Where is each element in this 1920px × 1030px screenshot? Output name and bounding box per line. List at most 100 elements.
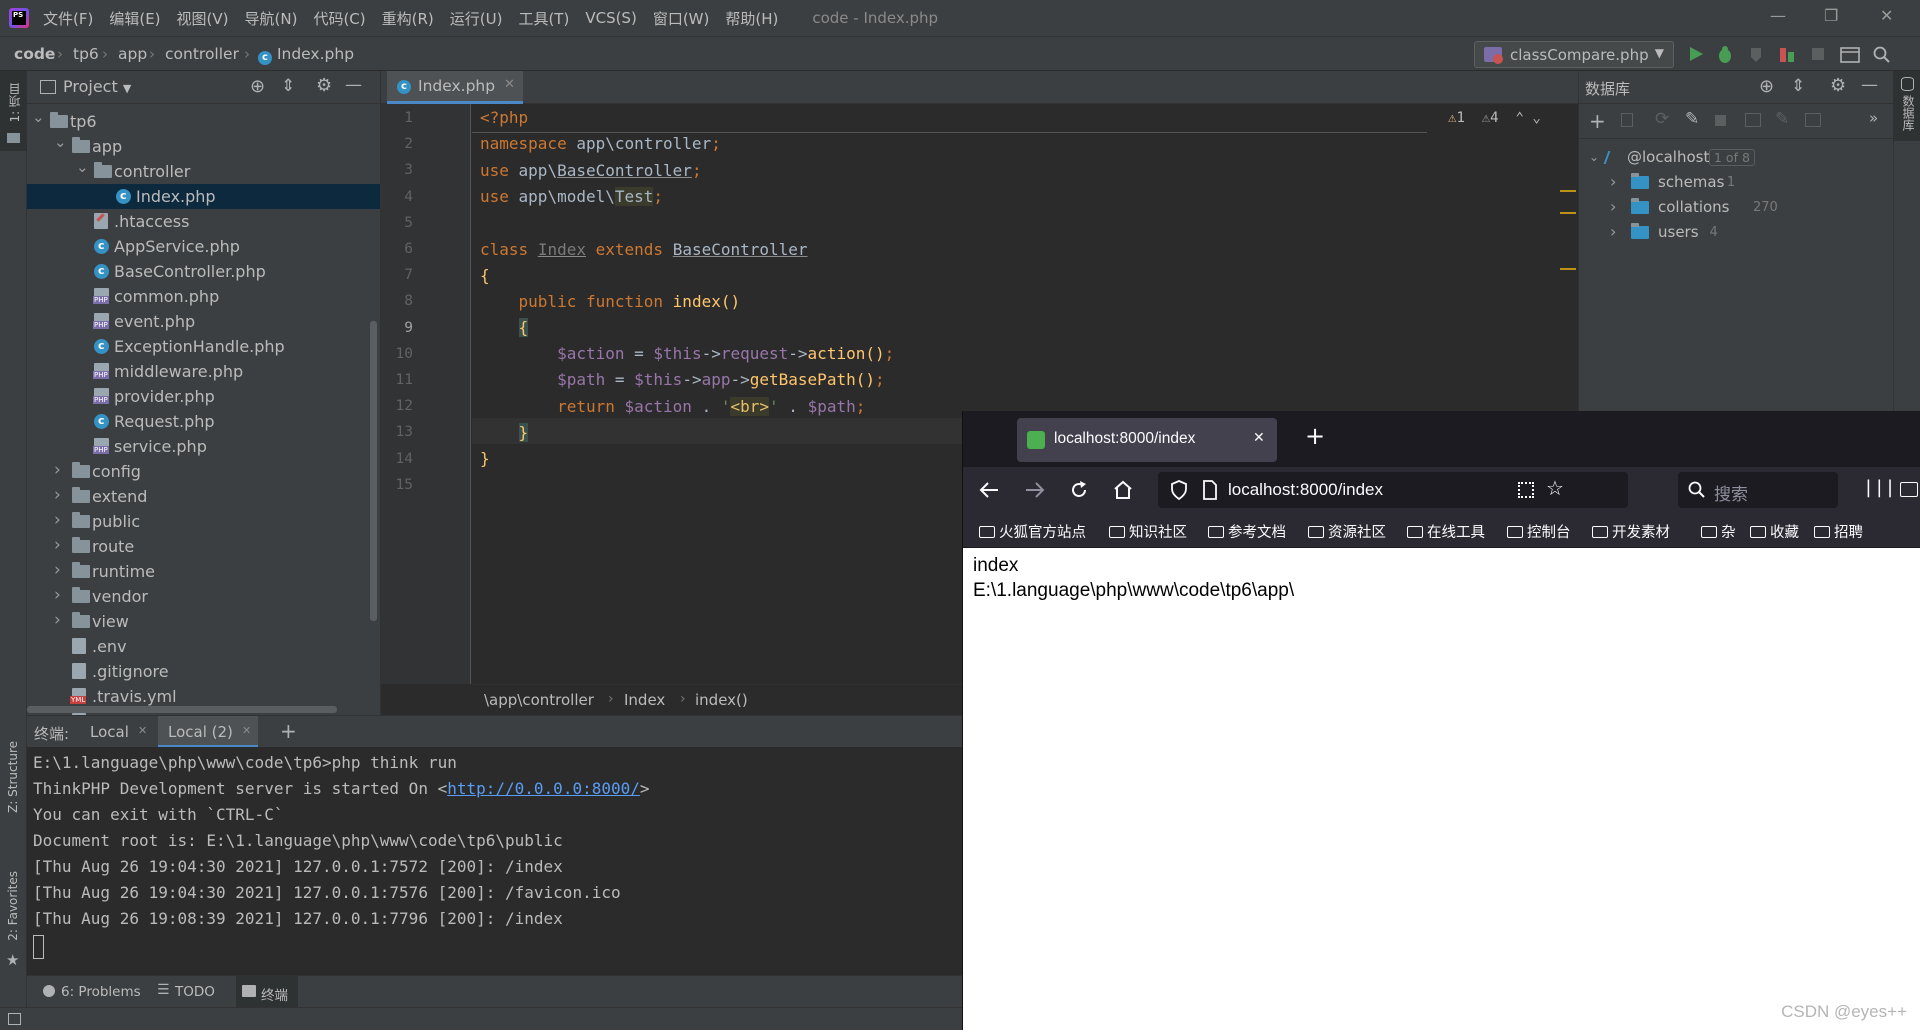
menu-edit[interactable]: 编辑(E) (109, 8, 160, 29)
bookmark-item[interactable]: 资源社区 (1308, 521, 1386, 542)
refresh-icon[interactable]: ⟳ (1655, 109, 1669, 129)
settings-gear-icon[interactable]: ⚙ (316, 75, 332, 96)
chevron-right-icon[interactable]: › (54, 483, 61, 508)
chevron-right-icon[interactable]: › (54, 608, 61, 633)
tree-item[interactable]: Request.php (27, 408, 380, 434)
db-node-users[interactable]: › users 4 (1579, 220, 1894, 245)
tree-item[interactable]: middleware.php (27, 359, 380, 384)
console-icon[interactable] (1805, 113, 1821, 127)
chevron-down-icon[interactable]: ⌄ (54, 130, 67, 155)
menu-refactor[interactable]: 重构(R) (382, 8, 434, 29)
toggle-tool-windows-icon[interactable] (8, 1013, 21, 1025)
search-everywhere-icon[interactable] (1873, 46, 1891, 64)
tree-item[interactable]: › config (27, 458, 380, 484)
search-bar[interactable]: 搜索 (1678, 472, 1838, 508)
editor-tab-index-php[interactable]: c Index.php ✕ (387, 71, 523, 104)
chevron-right-icon[interactable]: › (54, 508, 61, 533)
menu-vcs[interactable]: VCS(S) (585, 9, 636, 27)
run-icon[interactable] (1688, 46, 1704, 62)
bookmark-item[interactable]: 在线工具 (1407, 521, 1485, 542)
breadcrumb-code[interactable]: code (14, 45, 55, 63)
tree-scrollbar[interactable] (370, 321, 377, 621)
coverage-icon[interactable] (1748, 46, 1766, 64)
tree-item[interactable]: › runtime (27, 559, 380, 584)
favorites-tool-tab[interactable]: 2: Favorites ★ (0, 871, 27, 971)
close-tab-icon[interactable]: ✕ (242, 724, 251, 737)
run-config-selector[interactable]: classCompare.php ▼ (1474, 41, 1674, 68)
chevron-right-icon[interactable]: › (54, 458, 61, 483)
tree-item[interactable]: AppService.php (27, 233, 380, 259)
previous-highlight-icon[interactable]: ⌃ (1515, 110, 1523, 126)
terminal-tab-local[interactable]: Local ✕ (80, 716, 156, 748)
collapse-all-icon[interactable]: ⇕ (281, 76, 295, 96)
breadcrumb-index-php[interactable]: c Index.php (258, 45, 354, 65)
copy-icon[interactable] (1621, 113, 1633, 127)
new-terminal-icon[interactable]: + (280, 719, 297, 743)
add-datasource-icon[interactable]: + (1589, 109, 1606, 133)
chevron-right-icon[interactable]: › (1610, 219, 1616, 244)
tree-item[interactable]: › extend (27, 483, 380, 509)
breadcrumb-method[interactable]: index() (695, 691, 748, 709)
tree-item[interactable]: › view (27, 608, 380, 634)
close-tab-icon[interactable]: ✕ (138, 724, 147, 737)
forward-icon[interactable] (1025, 481, 1045, 499)
breadcrumb-app[interactable]: app (118, 45, 147, 63)
tree-item[interactable]: service.php (27, 434, 380, 459)
new-tab-icon[interactable]: + (1305, 422, 1325, 450)
page-info-icon[interactable] (1202, 480, 1218, 500)
bookmark-item[interactable]: 收藏 (1750, 521, 1799, 542)
tracking-protection-shield-icon[interactable] (1170, 480, 1188, 500)
db-host-node[interactable]: ⌄ @localhost 1 of 8 (1579, 145, 1894, 170)
menu-navigate[interactable]: 导航(N) (245, 8, 298, 29)
sidebar-icon[interactable] (1900, 482, 1918, 497)
more-icon[interactable]: » (1869, 109, 1878, 127)
terminal-tab-local-2[interactable]: Local (2) ✕ (158, 716, 258, 748)
database-tool-tab[interactable]: 数据库 (1894, 71, 1920, 141)
server-link[interactable]: http://0.0.0.0:8000/ (447, 779, 640, 798)
debug-icon[interactable] (1716, 46, 1734, 64)
home-icon[interactable] (1113, 480, 1133, 500)
menu-tools[interactable]: 工具(T) (518, 8, 569, 29)
properties-icon[interactable]: ✎ (1685, 109, 1699, 129)
profiler-icon[interactable] (1778, 46, 1796, 64)
library-icon[interactable]: ||| (1863, 477, 1896, 498)
settings-gear-icon[interactable]: ⚙ (1830, 75, 1846, 96)
close-tab-icon[interactable]: ✕ (504, 77, 515, 92)
chevron-right-icon[interactable]: › (1610, 194, 1616, 219)
tree-item[interactable]: BaseController.php (27, 258, 380, 284)
db-node-schemas[interactable]: › schemas 1 (1579, 170, 1894, 195)
edit-icon[interactable]: ✎ (1775, 109, 1789, 129)
bookmark-item[interactable]: 杂 (1701, 521, 1736, 542)
tree-item[interactable]: .env (27, 634, 380, 659)
bookmark-item[interactable]: 控制台 (1507, 521, 1571, 542)
bookmark-item[interactable]: 火狐官方站点 (979, 521, 1086, 542)
chevron-down-icon[interactable]: ⌄ (76, 155, 89, 180)
locate-file-icon[interactable]: ⊕ (250, 76, 265, 97)
bookmark-star-icon[interactable]: ☆ (1546, 476, 1564, 500)
tree-item[interactable]: .htaccess (27, 209, 380, 234)
browser-tab[interactable]: localhost:8000/index ✕ (1017, 418, 1277, 462)
locate-icon[interactable]: ⊕ (1759, 76, 1774, 97)
back-icon[interactable] (979, 481, 999, 499)
menu-code[interactable]: 代码(C) (313, 8, 365, 29)
collapse-all-icon[interactable]: ⇕ (1791, 76, 1805, 96)
close-window-icon[interactable]: ✕ (1880, 6, 1893, 25)
chevron-right-icon[interactable]: › (54, 583, 61, 608)
breadcrumb-tp6[interactable]: tp6 (73, 45, 99, 63)
terminal-tool-tab[interactable]: 终端 (236, 976, 298, 1008)
tree-item[interactable]: ⌄ controller (27, 158, 380, 184)
inspection-widget[interactable]: ⚠1 ⚠4 ⌃ ⌄ (1448, 110, 1541, 126)
project-tool-tab[interactable]: 1: 项目 (0, 71, 27, 151)
menu-help[interactable]: 帮助(H) (725, 8, 778, 29)
tree-item[interactable]: › public (27, 508, 380, 534)
bookmark-item[interactable]: 参考文档 (1208, 521, 1286, 542)
structure-tool-tab[interactable]: Z: Structure (0, 741, 27, 841)
hide-panel-icon[interactable]: — (1861, 75, 1878, 95)
chevron-right-icon[interactable]: › (54, 533, 61, 558)
tree-item[interactable]: › vendor (27, 583, 380, 609)
tree-item[interactable]: event.php (27, 309, 380, 334)
tree-item[interactable]: › route (27, 533, 380, 559)
bookmark-item[interactable]: 知识社区 (1109, 521, 1187, 542)
project-view-selector[interactable]: Project ▼ (63, 77, 131, 96)
terminal-output[interactable]: E:\1.language\php\www\code\tp6>php think… (27, 747, 962, 975)
